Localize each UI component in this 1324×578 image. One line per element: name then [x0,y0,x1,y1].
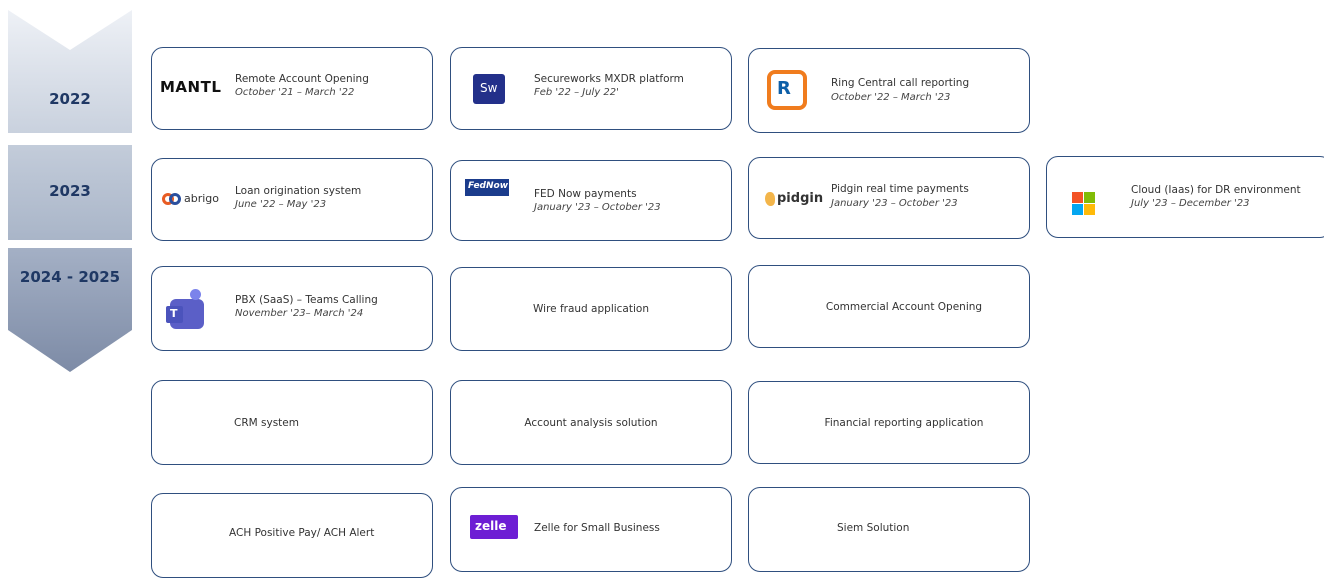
card-dates: July '23 – December '23 [1131,198,1250,209]
card-commercial: Commercial Account Opening [748,265,1030,348]
fednow-logo-text: FedNow [468,181,509,191]
abrigo-logo: abrigo [184,192,220,205]
card-title: Ring Central call reporting [831,77,970,89]
card-dates: Feb '22 – July 22' [534,87,619,98]
card-title: ACH Positive Pay/ ACH Alert [229,527,375,539]
card-dates: January '23 – October '23 [534,202,661,213]
ringcentral-logo-text: R [777,78,791,99]
pidgin-logo: pidgin [777,191,824,206]
card-title: Pidgin real time payments [831,183,969,195]
secureworks-logo-text: Sw [480,81,498,95]
microsoft-logo-yellow [1084,204,1095,215]
zelle-logo-text: zelle [475,519,507,533]
card-account-analysis: Account analysis solution [450,380,732,465]
card-ringcentral: R Ring Central call reporting October '2… [748,48,1030,133]
teams-logo-person [190,289,201,300]
ribbon-segment-2024-2025 [8,248,132,372]
microsoft-logo-blue [1072,204,1083,215]
year-label-2023: 2023 [49,182,91,200]
card-dates: October '22 – March '23 [831,92,951,103]
card-title: Commercial Account Opening [825,300,983,313]
card-title: CRM system [234,417,299,429]
year-label-2024-2025: 2024 - 2025 [19,268,121,286]
card-title: Siem Solution [837,522,910,534]
card-dates: January '23 – October '23 [831,198,958,209]
card-title: Account analysis solution [524,416,658,429]
card-secureworks: Sw Secureworks MXDR platform Feb '22 – J… [450,47,732,130]
card-dates: October '21 – March '22 [235,87,355,98]
card-crm: CRM system [151,380,433,465]
card-title: FED Now payments [534,188,637,200]
card-fednow: FedNow FED Now payments January '23 – Oc… [450,160,732,241]
card-mantl: MANTL Remote Account Opening October '21… [151,47,433,130]
card-financial-reporting: Financial reporting application [748,381,1030,464]
card-siem: Siem Solution [748,487,1030,572]
year-label-2022: 2022 [49,90,91,108]
card-title: Financial reporting application [824,416,984,429]
ribbon-segment-2022 [8,10,132,133]
pidgin-bird-icon [765,192,775,206]
card-title: PBX (SaaS) – Teams Calling [235,294,378,306]
microsoft-logo-red [1072,192,1083,203]
abrigo-logo-mark-2 [169,193,181,205]
card-abrigo: abrigo Loan origination system June '22 … [151,158,433,241]
card-cloud: Cloud (Iaas) for DR environment July '23… [1046,156,1324,238]
mantl-logo: MANTL [160,78,222,96]
card-pidgin: pidgin Pidgin real time payments January… [748,157,1030,239]
card-title: Loan origination system [235,185,362,197]
timeline-ribbon: 2022 2023 2024 - 2025 [0,0,140,569]
card-pbx: T PBX (SaaS) – Teams Calling November '2… [151,266,433,351]
card-title: Zelle for Small Business [534,522,660,534]
card-wire-fraud: Wire fraud application [450,267,732,351]
card-title: Wire fraud application [533,303,649,315]
card-title: Cloud (Iaas) for DR environment [1131,184,1301,196]
microsoft-logo-green [1084,192,1095,203]
teams-logo-letter: T [170,307,178,320]
card-zelle: zelle Zelle for Small Business [450,487,732,572]
card-dates: November '23– March '24 [235,308,364,319]
card-ach: ACH Positive Pay/ ACH Alert [151,493,433,578]
card-title: Remote Account Opening [235,73,369,85]
card-title: Secureworks MXDR platform [534,73,684,85]
card-dates: June '22 – May '23 [235,199,327,210]
